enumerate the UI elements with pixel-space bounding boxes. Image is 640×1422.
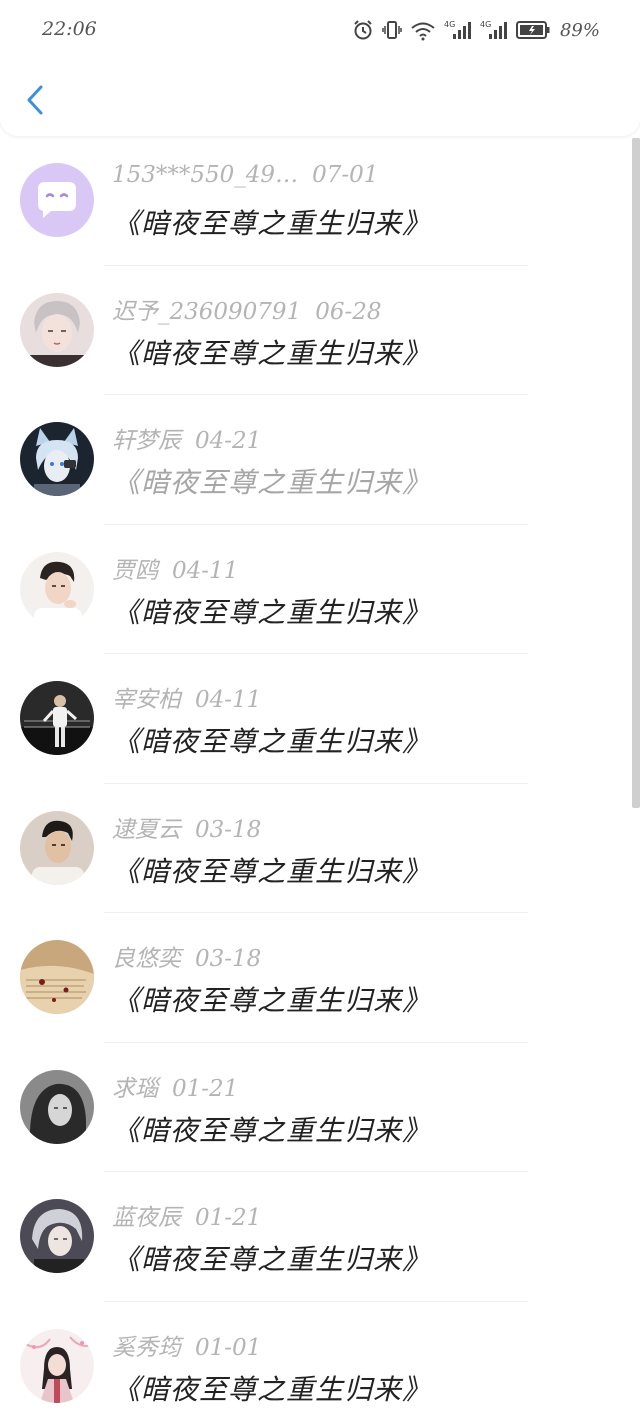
wifi-icon (410, 19, 436, 41)
sender-meta: 良悠奕 03-18 (112, 939, 261, 973)
young-man-avatar (20, 551, 94, 626)
book-title: 《暗夜至尊之重生归来》 (112, 207, 432, 240)
boy-portrait-avatar (20, 810, 94, 885)
book-title: 《暗夜至尊之重生归来》 (112, 595, 432, 629)
message-date: 07-01 (312, 162, 379, 188)
book-title: 《暗夜至尊之重生归来》 (112, 1372, 432, 1406)
message-date: 06-28 (315, 298, 382, 325)
scrollbar[interactable] (632, 138, 640, 808)
sender-name: 奚秀筠 (112, 1334, 181, 1361)
sender-name: 贾鸥 (112, 557, 158, 584)
book-title: 《暗夜至尊之重生归来》 (112, 466, 432, 499)
book-title: 《暗夜至尊之重生归来》 (112, 984, 432, 1017)
back-button[interactable] (18, 78, 52, 122)
status-time: 22:06 (42, 18, 97, 40)
svg-text:4G: 4G (444, 20, 455, 29)
sender-name: 迟予_236090791 (112, 298, 302, 325)
list-item[interactable]: 宰安柏 04-11 《暗夜至尊之重生归来》 (0, 654, 632, 784)
ancient-girl-avatar (20, 1328, 94, 1403)
book-title: 《暗夜至尊之重生归来》 (112, 336, 432, 370)
sender-meta: 153***550_49… 07-01 (112, 162, 378, 188)
svg-text:4G: 4G (480, 20, 491, 29)
list-item[interactable]: 求瑙 01-21 《暗夜至尊之重生归来》 (0, 1043, 632, 1172)
sender-meta: 贾鸥 04-11 (112, 551, 238, 585)
book-title: 《暗夜至尊之重生归来》 (112, 725, 432, 758)
message-date: 01-01 (195, 1334, 262, 1361)
sender-meta: 逮夏云 03-18 (112, 810, 261, 844)
sender-name: 轩梦辰 (112, 428, 181, 454)
sender-meta: 迟予_236090791 06-28 (112, 292, 382, 326)
list-item[interactable]: 迟予_236090791 06-28 《暗夜至尊之重生归来》 (0, 266, 632, 395)
book-title: 《暗夜至尊之重生归来》 (112, 1113, 432, 1147)
anime-silver-hair-avatar (20, 1199, 94, 1273)
message-date: 04-21 (195, 428, 262, 454)
app-header: 22:06 4G 4G 89% (0, 0, 640, 136)
message-date: 03-18 (195, 946, 262, 972)
battery-icon (515, 20, 550, 40)
status-icons: 4G 4G 89% (352, 18, 600, 42)
status-bar: 22:06 4G 4G 89% (0, 0, 640, 62)
sender-name: 宰安柏 (112, 687, 181, 713)
list-item[interactable]: 蓝夜辰 01-21 《暗夜至尊之重生归来》 (0, 1172, 632, 1302)
list-item[interactable]: 良悠奕 03-18 《暗夜至尊之重生归来》 (0, 913, 632, 1043)
book-title: 《暗夜至尊之重生归来》 (112, 1243, 432, 1276)
sender-meta: 宰安柏 04-11 (112, 680, 261, 714)
signal-icon-2: 4G (480, 19, 508, 41)
cat-ear-avatar (20, 422, 94, 496)
book-avatar (20, 940, 94, 1014)
list-item[interactable]: 153***550_49… 07-01 《暗夜至尊之重生归来》 (0, 136, 632, 266)
signal-icon-1: 4G (444, 19, 472, 41)
sender-meta: 奚秀筠 01-01 (112, 1328, 261, 1362)
sender-name: 逮夏云 (112, 816, 181, 843)
message-date: 03-18 (195, 816, 262, 843)
list-item[interactable]: 贾鸥 04-11 《暗夜至尊之重生归来》 (0, 525, 632, 654)
sender-meta: 蓝夜辰 01-21 (112, 1198, 261, 1232)
list-item[interactable]: 轩梦辰 04-21 《暗夜至尊之重生归来》 (0, 395, 632, 525)
battery-percent: 89% (559, 19, 600, 41)
bw-girl-avatar (20, 1069, 94, 1144)
message-date: 01-21 (172, 1075, 239, 1102)
sender-meta: 求瑙 01-21 (112, 1069, 238, 1103)
chat-bubble-avatar (20, 163, 94, 237)
message-date: 04-11 (172, 557, 239, 584)
chevron-left-icon (27, 85, 43, 115)
list-item[interactable]: 逮夏云 03-18 《暗夜至尊之重生归来》 (0, 784, 632, 913)
standing-man-avatar (20, 681, 94, 755)
message-list: 153***550_49… 07-01 《暗夜至尊之重生归来》 迟予_236090… (0, 136, 632, 1422)
sender-name: 求瑙 (112, 1075, 158, 1102)
anime-boy-avatar (20, 292, 94, 367)
sender-name: 良悠奕 (112, 946, 181, 972)
sender-meta: 轩梦辰 04-21 (112, 421, 261, 455)
book-title: 《暗夜至尊之重生归来》 (112, 854, 432, 888)
sender-name: 蓝夜辰 (112, 1205, 181, 1231)
message-date: 01-21 (195, 1205, 262, 1231)
alarm-icon (352, 19, 374, 41)
sender-name: 153***550_49… (112, 162, 299, 188)
vibrate-icon (382, 19, 402, 41)
list-item[interactable]: 奚秀筠 01-01 《暗夜至尊之重生归来》 (0, 1302, 632, 1422)
message-date: 04-11 (195, 687, 262, 713)
page: 22:06 4G 4G 89% 153***550_49… 07-01 《暗夜至… (0, 0, 640, 1422)
